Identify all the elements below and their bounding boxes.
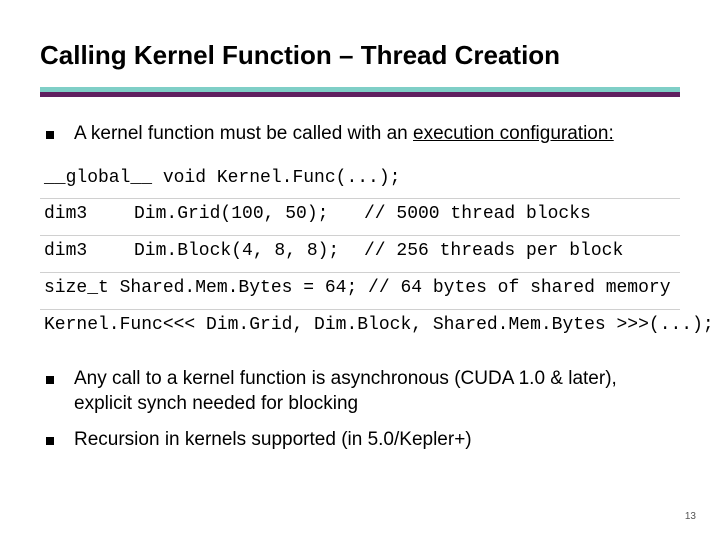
code-comment: // 5000 thread blocks: [364, 205, 676, 225]
bottom-bullets: Any call to a kernel function is asynchr…: [40, 366, 680, 453]
code-type: dim3: [44, 242, 134, 262]
slide-title: Calling Kernel Function – Thread Creatio…: [40, 40, 680, 71]
code-line-dimblock: dim3 Dim.Block(4, 8, 8); // 256 threads …: [40, 236, 680, 273]
title-divider: [40, 87, 680, 97]
code-comment: // 256 threads per block: [364, 242, 676, 262]
bullet-exec-config: A kernel function must be called with an…: [40, 121, 680, 147]
code-line-dimgrid: dim3 Dim.Grid(100, 50); // 5000 thread b…: [40, 199, 680, 236]
code-type: dim3: [44, 205, 134, 225]
page-number: 13: [685, 511, 696, 522]
bullet-text-pre: A kernel function must be called with an: [74, 123, 413, 144]
code-line-global-decl: __global__ void Kernel.Func(...);: [40, 163, 680, 200]
code-line-sharedmem: size_t Shared.Mem.Bytes = 64; // 64 byte…: [40, 273, 680, 310]
code-line-launch: Kernel.Func<<< Dim.Grid, Dim.Block, Shar…: [40, 310, 680, 346]
code-decl: Dim.Grid(100, 50);: [134, 205, 364, 225]
top-bullets: A kernel function must be called with an…: [40, 121, 680, 147]
bullet-text-underlined: execution configuration:: [413, 123, 614, 144]
code-block: __global__ void Kernel.Func(...); dim3 D…: [40, 163, 680, 346]
slide: Calling Kernel Function – Thread Creatio…: [0, 0, 720, 540]
bullet-recursion: Recursion in kernels supported (in 5.0/K…: [40, 427, 680, 453]
bullet-async: Any call to a kernel function is asynchr…: [40, 366, 680, 417]
code-decl: Dim.Block(4, 8, 8);: [134, 242, 364, 262]
